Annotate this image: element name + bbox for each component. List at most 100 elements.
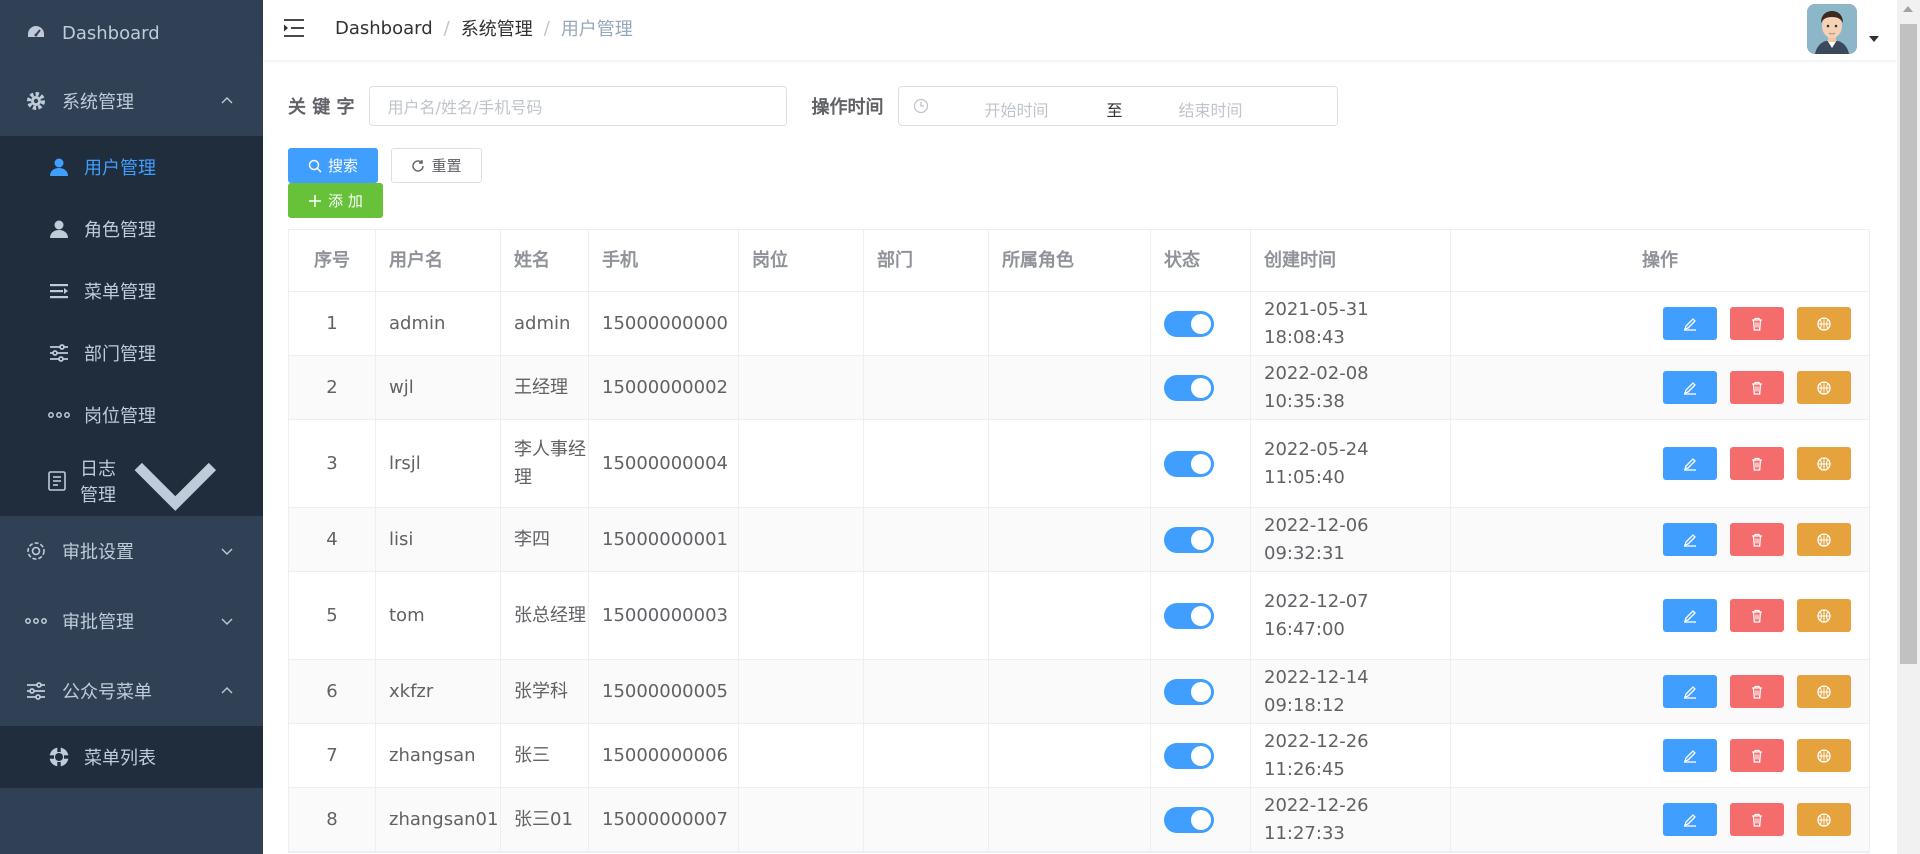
scroll-up-icon[interactable] [1903, 6, 1913, 12]
cell-post [739, 508, 864, 571]
sidebar-item-approval-settings[interactable]: 审批设置 [0, 516, 263, 586]
col-header: 所属角色 [989, 230, 1151, 291]
cell-role [989, 660, 1151, 723]
sidebar-item-dashboard[interactable]: Dashboard [0, 0, 263, 66]
sidebar-item-official-menu[interactable]: 公众号菜单 [0, 656, 263, 726]
cell-index: 8 [289, 788, 376, 851]
caret-down-icon[interactable] [1869, 36, 1879, 42]
cell-role [989, 788, 1151, 851]
cell-dept [864, 724, 989, 787]
sidebar-item-users[interactable]: 用户管理 [0, 136, 263, 198]
cell-username: zhangsan [376, 724, 501, 787]
add-button[interactable]: 添 加 [288, 183, 383, 218]
status-switch[interactable] [1164, 450, 1214, 477]
cell-actions [1451, 660, 1869, 723]
breadcrumb-system[interactable]: 系统管理 [461, 15, 533, 41]
delete-button[interactable] [1730, 803, 1784, 836]
assign-role-button[interactable] [1797, 599, 1851, 632]
status-switch[interactable] [1164, 526, 1214, 553]
scrollbar[interactable] [1897, 0, 1920, 854]
assign-role-button[interactable] [1797, 739, 1851, 772]
plus-icon [309, 194, 322, 207]
edit-button[interactable] [1663, 447, 1717, 480]
edit-button[interactable] [1663, 803, 1717, 836]
status-switch[interactable] [1164, 374, 1214, 401]
sidebar-item-label: 系统管理 [62, 92, 134, 113]
sidebar-item-roles[interactable]: 角色管理 [0, 198, 263, 260]
delete-button[interactable] [1730, 739, 1784, 772]
assign-role-button[interactable] [1797, 307, 1851, 340]
status-switch[interactable] [1164, 310, 1214, 337]
gear-icon [24, 89, 48, 113]
sidebar-item-approval-manage[interactable]: 审批管理 [0, 586, 263, 656]
table-row: 3 lrsjl 李人事经理 15000000004 2022-05-24 11:05:4… [289, 420, 1869, 508]
delete-button[interactable] [1730, 307, 1784, 340]
avatar[interactable] [1807, 4, 1857, 54]
sidebar-item-menus[interactable]: 菜单管理 [0, 260, 263, 322]
status-switch[interactable] [1164, 602, 1214, 629]
status-switch[interactable] [1164, 742, 1214, 769]
cell-created: 2022-05-24 11:05:40 [1251, 420, 1451, 507]
assign-role-button[interactable] [1797, 803, 1851, 836]
delete-button[interactable] [1730, 371, 1784, 404]
scroll-thumb[interactable] [1900, 24, 1917, 664]
edit-button[interactable] [1663, 675, 1717, 708]
cell-index: 4 [289, 508, 376, 571]
chevron-up-icon [221, 687, 233, 694]
status-switch[interactable] [1164, 806, 1214, 833]
table-body: 1 admin admin 15000000000 2021-05-31 18:08:4… [289, 292, 1869, 852]
assign-role-button[interactable] [1797, 523, 1851, 556]
cell-status [1151, 572, 1251, 659]
cell-post [739, 356, 864, 419]
edit-button[interactable] [1663, 599, 1717, 632]
delete-icon [1752, 749, 1762, 763]
edit-button[interactable] [1663, 371, 1717, 404]
cell-actions [1451, 572, 1869, 659]
keyword-label: 关 键 字 [288, 97, 355, 118]
user-icon [48, 156, 70, 178]
start-date-input[interactable]: 开始时间 [985, 97, 1049, 121]
delete-button[interactable] [1730, 599, 1784, 632]
assign-role-button[interactable] [1797, 675, 1851, 708]
breadcrumb-dashboard[interactable]: Dashboard [335, 18, 433, 39]
delete-button[interactable] [1730, 447, 1784, 480]
edit-button[interactable] [1663, 739, 1717, 772]
chevron-down-icon [221, 548, 233, 555]
setting-icon [24, 539, 48, 563]
sidebar-item-menu-list[interactable]: 菜单列表 [0, 726, 263, 788]
cell-dept [864, 788, 989, 851]
edit-icon [1683, 381, 1696, 395]
table-row: 2 wjl 王经理 15000000002 2022-02-08 10:35:38 [289, 356, 1869, 420]
cell-index: 7 [289, 724, 376, 787]
cell-created: 2022-12-26 11:27:33 [1251, 788, 1451, 851]
col-header: 序号 [289, 230, 376, 291]
status-switch[interactable] [1164, 678, 1214, 705]
reset-button[interactable]: 重置 [391, 148, 482, 183]
delete-button[interactable] [1730, 675, 1784, 708]
basketball-icon [1817, 456, 1831, 471]
table-row: 7 zhangsan 张三 15000000006 2022-12-26 11:26:4… [289, 724, 1869, 788]
cell-actions [1451, 356, 1869, 419]
sidebar-item-system[interactable]: 系统管理 [0, 66, 263, 136]
menu-list-icon [48, 280, 70, 302]
edit-button[interactable] [1663, 523, 1717, 556]
hamburger-icon[interactable] [283, 17, 305, 39]
end-date-input[interactable]: 结束时间 [1179, 97, 1243, 121]
cell-name: 李人事经理 [501, 420, 589, 507]
delete-button[interactable] [1730, 523, 1784, 556]
delete-icon [1752, 457, 1762, 471]
sliders-icon [48, 342, 70, 364]
edit-button[interactable] [1663, 307, 1717, 340]
sidebar-item-logs[interactable]: 日志管理 [0, 446, 263, 516]
sidebar: Dashboard 系统管理 用户管理 角色管理 菜单管理 部门管理 岗位管理 … [0, 0, 263, 854]
sidebar-item-depts[interactable]: 部门管理 [0, 322, 263, 384]
keyword-input[interactable]: 用户名/姓名/手机号码 [368, 86, 787, 126]
sidebar-item-label: 审批管理 [62, 612, 134, 633]
assign-role-button[interactable] [1797, 447, 1851, 480]
col-header: 部门 [864, 230, 989, 291]
date-range-picker[interactable]: 开始时间 至 结束时间 [897, 86, 1338, 126]
cell-dept [864, 572, 989, 659]
search-button[interactable]: 搜索 [288, 148, 378, 183]
delete-icon [1752, 813, 1762, 827]
assign-role-button[interactable] [1797, 371, 1851, 404]
